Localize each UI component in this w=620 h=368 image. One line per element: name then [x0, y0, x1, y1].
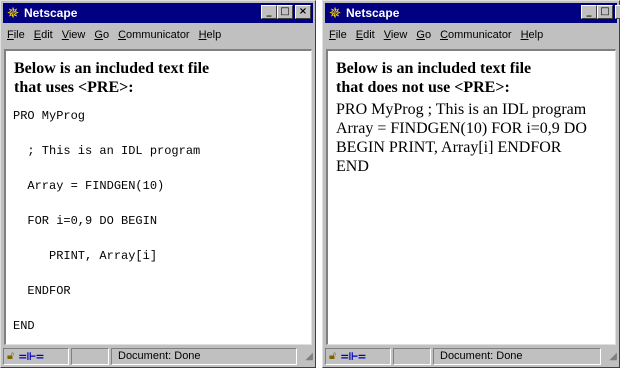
minimize-icon: _ [586, 6, 592, 17]
browser-window-left: ✵ Netscape _ □ × File Edit View Go Commu… [0, 0, 316, 368]
unformatted-text: PRO MyProg ; This is an IDL program Arra… [328, 97, 615, 176]
code-line: END [13, 319, 35, 333]
menu-file[interactable]: File [7, 29, 25, 41]
minimize-button[interactable]: _ [261, 5, 277, 19]
page-heading: Below is an included text file that does… [328, 51, 615, 97]
progress-bar [71, 347, 109, 365]
progress-bar [393, 347, 431, 365]
window-title: Netscape [346, 6, 400, 20]
window-title: Netscape [24, 6, 78, 20]
netscape-logo-icon: ✵ [6, 4, 20, 22]
menu-edit[interactable]: Edit [356, 29, 375, 41]
page-content[interactable]: Below is an included text file that uses… [4, 49, 312, 345]
minimize-button[interactable]: _ [581, 5, 597, 19]
text-line: PRO MyProg ; This is an IDL program [336, 101, 587, 118]
title-bar[interactable]: ✵ Netscape _ □ × [325, 3, 620, 23]
close-button[interactable]: × [295, 5, 311, 19]
status-icons: 🔓︎ =⊩= [3, 347, 69, 365]
menu-bar: File Edit View Go Communicator Help [3, 25, 313, 44]
menu-view[interactable]: View [384, 29, 408, 41]
maximize-icon: □ [600, 6, 610, 17]
lock-icon[interactable]: 🔓︎ [7, 349, 14, 363]
resize-grip-icon[interactable]: ◢ [299, 348, 313, 365]
lock-icon[interactable]: 🔓︎ [329, 349, 336, 363]
menu-communicator[interactable]: Communicator [118, 29, 190, 41]
close-button[interactable]: × [615, 5, 620, 19]
menu-bar: File Edit View Go Communicator Help [325, 25, 617, 44]
connection-icon: =⊩= [18, 349, 44, 363]
code-line: ENDFOR [13, 284, 71, 298]
resize-grip-icon[interactable]: ◢ [603, 348, 617, 365]
code-line: Array = FINDGEN(10) [13, 179, 165, 193]
heading-line: that uses <PRE>: [14, 79, 134, 96]
status-text: Document: Done [433, 347, 601, 365]
menu-communicator[interactable]: Communicator [440, 29, 512, 41]
menu-go[interactable]: Go [94, 29, 109, 41]
menu-edit[interactable]: Edit [34, 29, 53, 41]
window-controls: _ □ × [261, 5, 311, 19]
text-line: BEGIN PRINT, Array[i] ENDFOR [336, 139, 562, 156]
heading-line: Below is an included text file [336, 60, 532, 77]
maximize-button[interactable]: □ [277, 5, 293, 19]
netscape-logo-icon: ✵ [328, 4, 342, 22]
title-bar[interactable]: ✵ Netscape _ □ × [3, 3, 313, 23]
text-line: Array = FINDGEN(10) FOR i=0,9 DO [336, 120, 587, 137]
status-text: Document: Done [111, 347, 297, 365]
heading-line: Below is an included text file [14, 60, 210, 77]
code-line: FOR i=0,9 DO BEGIN [13, 214, 158, 228]
code-line: ; This is an IDL program [13, 144, 201, 158]
window-controls: _ □ × [581, 5, 620, 19]
maximize-icon: □ [280, 6, 290, 17]
connection-icon: =⊩= [340, 349, 366, 363]
browser-window-right: ✵ Netscape _ □ × File Edit View Go Commu… [322, 0, 620, 368]
code-line: PRO MyProg [13, 109, 86, 123]
text-line: END [336, 158, 369, 175]
minimize-icon: _ [266, 6, 272, 17]
maximize-button[interactable]: □ [597, 5, 613, 19]
heading-line: that does not use <PRE>: [336, 79, 510, 96]
close-icon: × [298, 6, 308, 17]
menu-view[interactable]: View [62, 29, 86, 41]
menu-help[interactable]: Help [199, 29, 222, 41]
status-bar: 🔓︎ =⊩= Document: Done ◢ [325, 347, 617, 365]
status-icons: 🔓︎ =⊩= [325, 347, 391, 365]
status-bar: 🔓︎ =⊩= Document: Done ◢ [3, 347, 313, 365]
page-content[interactable]: Below is an included text file that does… [326, 49, 616, 345]
menu-help[interactable]: Help [521, 29, 544, 41]
menu-go[interactable]: Go [416, 29, 431, 41]
menu-file[interactable]: File [329, 29, 347, 41]
preformatted-text: PRO MyProg ; This is an IDL program Arra… [6, 97, 311, 334]
page-heading: Below is an included text file that uses… [6, 51, 311, 97]
code-line: PRINT, Array[i] [13, 249, 158, 263]
